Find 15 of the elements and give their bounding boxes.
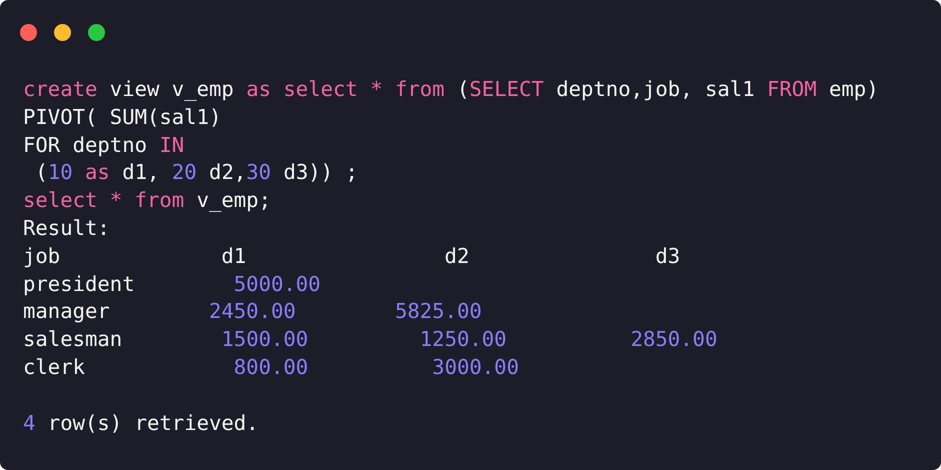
code-line: clerk 800.00 3000.00 bbox=[23, 354, 519, 381]
code-line: manager 2450.00 5825.00 bbox=[23, 298, 482, 326]
code-line: PIVOT( SUM(sal1) bbox=[23, 104, 222, 131]
code-line: (10 as d1, 20 d2,30 d3)) ; bbox=[34, 159, 358, 186]
status-line: 4 row(s) retrieved. bbox=[23, 410, 259, 437]
code-line: create view v_emp as select * from (SELECT deptno,job, sal1 FROM emp) bbox=[23, 76, 879, 103]
code-line: job d1 d2 d3 bbox=[23, 242, 680, 270]
code-line: president 5000.00 bbox=[23, 270, 321, 298]
maximize-button[interactable] bbox=[88, 24, 105, 41]
code-line: salesman 1500.00 1250.00 2850.00 bbox=[23, 326, 718, 354]
code-line: select * from v_emp; bbox=[23, 187, 271, 214]
code-line: Result: bbox=[23, 214, 110, 242]
close-button[interactable] bbox=[20, 24, 37, 41]
minimize-button[interactable] bbox=[54, 24, 71, 41]
code-line: FOR deptno IN bbox=[23, 132, 184, 159]
